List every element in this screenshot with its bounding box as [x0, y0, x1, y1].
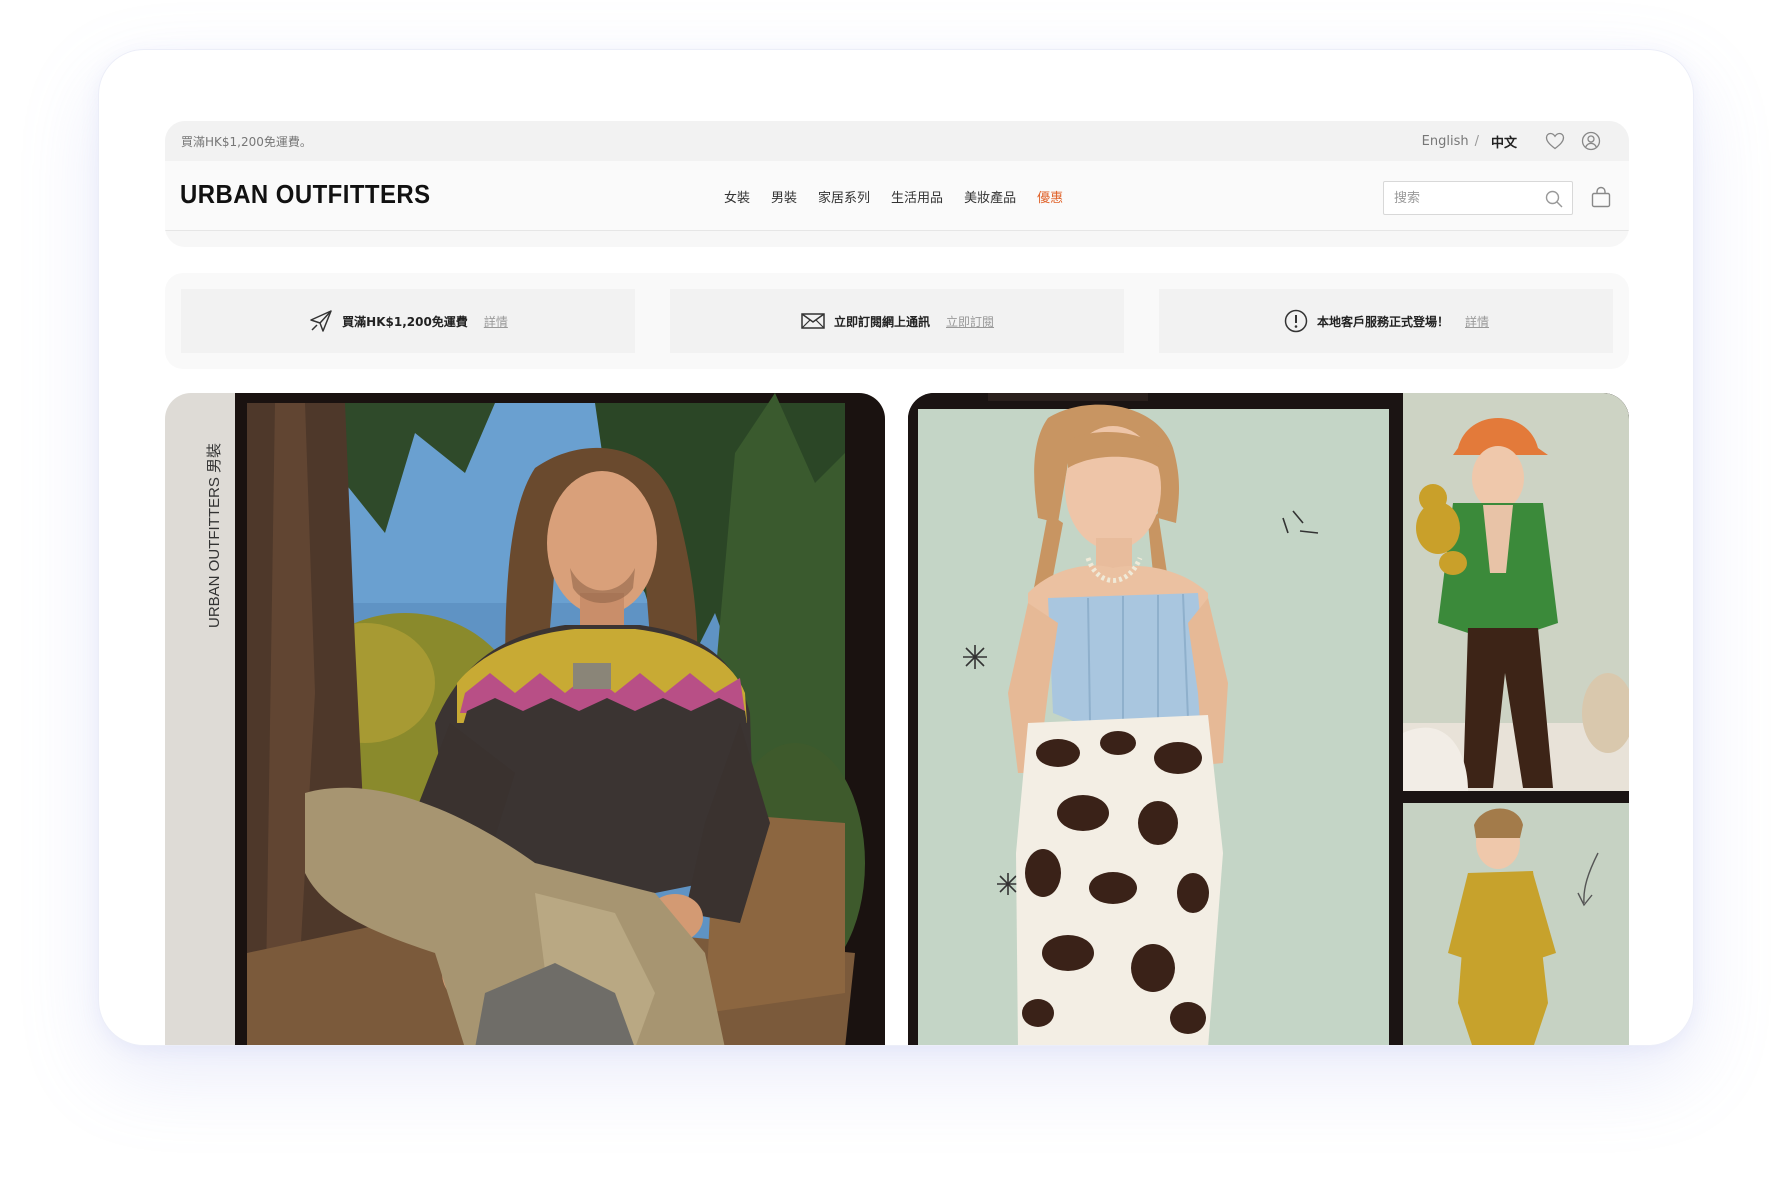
search-box — [1383, 181, 1573, 215]
language-english-link[interactable]: English — [1422, 134, 1469, 149]
benefit-newsletter: 立即訂閱網上通訊 立即訂閱 — [670, 289, 1124, 353]
language-separator: / — [1474, 133, 1479, 149]
men-model-photo — [235, 393, 885, 1045]
free-shipping-promo: 買滿HK$1,200免運費。 — [181, 135, 312, 149]
benefit-customer-service: 本地客戶服務正式登場！ 詳情 — [1159, 289, 1613, 353]
benefit-text: 立即訂閱網上通訊 — [833, 314, 930, 329]
hero-men-banner[interactable]: URBAN OUTFITTERS 男裝 — [165, 393, 885, 1045]
nav-item-lifestyle[interactable]: 生活用品 — [891, 187, 943, 206]
nav-item-home[interactable]: 家居系列 — [818, 187, 870, 206]
benefit-text: 本地客戶服務正式登場！ — [1316, 314, 1449, 329]
benefit-details-link[interactable]: 詳情 — [484, 313, 508, 330]
top-bar: 買滿HK$1,200免運費。 English / 中文 — [165, 121, 1629, 161]
benefit-text: 買滿HK$1,200免運費 — [342, 314, 468, 329]
paper-plane-icon — [308, 308, 334, 334]
main-nav-bar: URBAN OUTFITTERS 女裝 男裝 家居系列 生活用品 美妝產品 優惠 — [165, 161, 1629, 231]
shopping-bag-icon[interactable] — [1589, 185, 1613, 209]
envelope-icon — [800, 308, 826, 334]
heart-icon[interactable] — [1543, 129, 1567, 153]
nav-item-beauty[interactable]: 美妝產品 — [964, 187, 1016, 206]
hero-vertical-text: URBAN OUTFITTERS 男裝 — [206, 443, 223, 629]
women-model-collage — [908, 393, 1629, 1045]
brand-logo[interactable]: URBAN OUTFITTERS — [180, 179, 431, 210]
exclamation-circle-icon — [1283, 308, 1309, 334]
subscribe-link[interactable]: 立即訂閱 — [946, 313, 994, 330]
top-bar-utilities: English / 中文 — [1422, 129, 1603, 153]
nav-item-men[interactable]: 男裝 — [771, 187, 797, 206]
search-input[interactable] — [1384, 182, 1534, 214]
site-header: 買滿HK$1,200免運費。 English / 中文 URBAN OUTFIT… — [165, 121, 1629, 247]
language-chinese-link[interactable]: 中文 — [1491, 132, 1517, 151]
benefits-strip: 買滿HK$1,200免運費 詳情 立即訂閱網上通訊 立即訂閱 本地客戶服務正式登… — [165, 273, 1629, 369]
hero-women-banner[interactable] — [908, 393, 1629, 1045]
nav-item-sale[interactable]: 優惠 — [1037, 187, 1063, 206]
nav-item-women[interactable]: 女裝 — [724, 187, 750, 206]
benefit-free-shipping: 買滿HK$1,200免運費 詳情 — [181, 289, 635, 353]
browser-card: 買滿HK$1,200免運費。 English / 中文 URBAN OUTFIT… — [98, 49, 1694, 1046]
account-icon[interactable] — [1579, 129, 1603, 153]
benefit-details-link[interactable]: 詳情 — [1465, 313, 1489, 330]
hero-vertical-label: URBAN OUTFITTERS 男裝 — [203, 443, 223, 703]
primary-nav: 女裝 男裝 家居系列 生活用品 美妝產品 優惠 — [724, 187, 1084, 206]
search-icon[interactable] — [1544, 189, 1564, 209]
